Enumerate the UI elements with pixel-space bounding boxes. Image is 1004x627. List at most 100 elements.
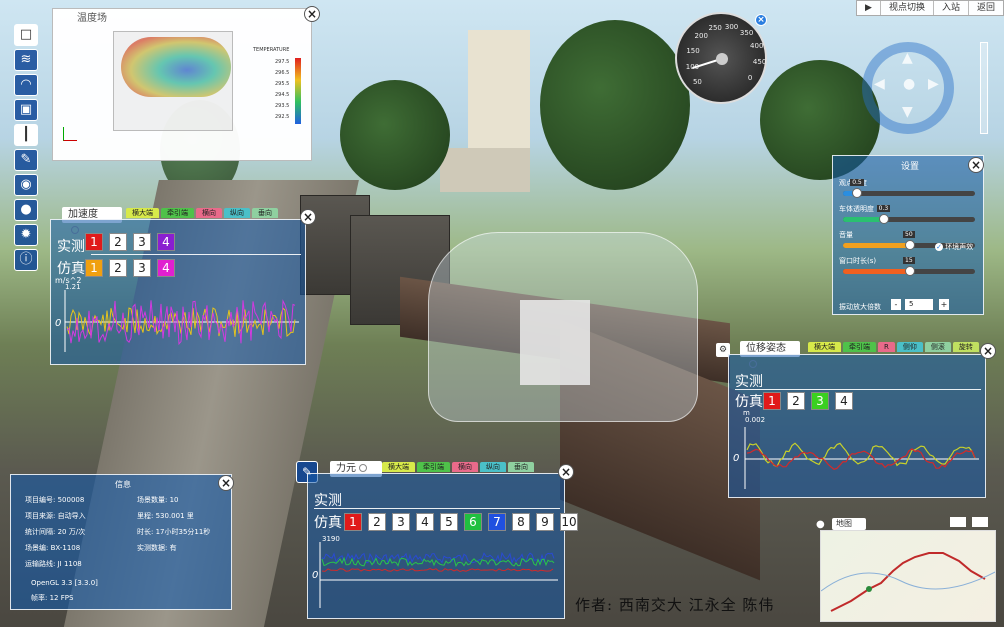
vib-value-input[interactable]: 5 bbox=[905, 299, 933, 310]
zoom-slider[interactable] bbox=[980, 42, 988, 134]
force-sim_boxes-box-7[interactable]: 7 bbox=[488, 513, 506, 531]
accel-tab-0[interactable]: 横大端 bbox=[126, 208, 159, 218]
arrow-up-icon[interactable]: ▲ bbox=[902, 50, 913, 66]
accel-panel: 实测 1234 仿真 1234 m/s^2 1.21 0 bbox=[50, 219, 306, 365]
vib-minus-button[interactable]: - bbox=[891, 299, 901, 310]
info-value: 10 bbox=[167, 496, 179, 504]
accel-sim_boxes-box-2[interactable]: 2 bbox=[109, 259, 127, 277]
force-sim_boxes-box-8[interactable]: 8 bbox=[512, 513, 530, 531]
force-sim_boxes-box-2[interactable]: 2 bbox=[368, 513, 386, 531]
gear-icon[interactable]: ✹ bbox=[14, 224, 38, 246]
slider-value: 0.3 bbox=[876, 205, 891, 212]
gauge-hub bbox=[716, 53, 728, 65]
force-tab-1[interactable]: 牵引端 bbox=[417, 462, 450, 472]
info-icon[interactable]: ⓘ bbox=[14, 249, 38, 271]
flow-icon[interactable]: ≋ bbox=[14, 49, 38, 71]
dial-icon[interactable]: ◉ bbox=[14, 174, 38, 196]
force-sim_boxes-box-4[interactable]: 4 bbox=[416, 513, 434, 531]
temperature-panel: 温度场 TEMPERATURE 297.5 296.5 295.5 294.5 293.… bbox=[52, 8, 312, 161]
left-toolbar: □ ≋ ◠ ▣ ┃ ✎ ◉ ● ✹ ⓘ bbox=[14, 24, 40, 274]
close-accel-button[interactable]: × bbox=[300, 209, 316, 225]
map-title-tab[interactable]: 地图 bbox=[832, 518, 866, 530]
accel-sim_boxes-box-3[interactable]: 3 bbox=[133, 259, 151, 277]
displacement-panel: 实测 仿真 1234 m 0.002 0 bbox=[728, 354, 986, 498]
camera-nav-ring[interactable]: ▲ ▼ ◀ ▶ ● bbox=[862, 42, 954, 134]
arrow-down-icon[interactable]: ▼ bbox=[902, 104, 913, 120]
play-button[interactable]: ▶ bbox=[857, 1, 880, 15]
displacement-sim_boxes-box-2[interactable]: 2 bbox=[787, 392, 805, 410]
accel-sim_boxes-box-1[interactable]: 1 bbox=[85, 259, 103, 277]
displacement-tab-3[interactable]: 侧仰 bbox=[896, 342, 923, 352]
accel-measured_boxes-box-3[interactable]: 3 bbox=[133, 233, 151, 251]
station-button[interactable]: 入站 bbox=[932, 1, 968, 15]
accel-sim_boxes-box-4[interactable]: 4 bbox=[157, 259, 175, 277]
displacement-sim_boxes-box-1[interactable]: 1 bbox=[763, 392, 781, 410]
speedometer-icon[interactable]: ◠ bbox=[14, 74, 38, 96]
force-sim-label: 仿真 bbox=[314, 515, 342, 531]
accel-tab-1[interactable]: 牵引端 bbox=[161, 208, 194, 218]
force-panel: 实测 仿真 1 2 3 4 5 6 7 8 9 10 3190 0 bbox=[307, 473, 578, 619]
divider bbox=[735, 389, 981, 390]
pencil-icon[interactable]: ✎ bbox=[14, 149, 38, 171]
close-temperature-button[interactable]: × bbox=[304, 6, 320, 22]
thermometer-icon[interactable]: ┃ bbox=[14, 124, 38, 146]
square-icon[interactable]: □ bbox=[14, 24, 38, 46]
info-value: 20 万/次 bbox=[55, 528, 86, 536]
close-gauge-button[interactable]: × bbox=[755, 14, 767, 26]
accel-tab-3[interactable]: 纵向 bbox=[224, 208, 250, 218]
force-measured-label: 实测 bbox=[314, 493, 342, 509]
force-series-1 bbox=[321, 551, 555, 565]
settings-title: 设置 bbox=[901, 162, 920, 172]
info-value: 有 bbox=[167, 544, 177, 552]
slider-knob[interactable] bbox=[905, 266, 915, 276]
force-tab-2[interactable]: 横向 bbox=[452, 462, 478, 472]
force-sim_boxes-box-9[interactable]: 9 bbox=[536, 513, 554, 531]
center-dot-icon[interactable]: ● bbox=[903, 76, 915, 92]
force-sim_boxes-box-5[interactable]: 5 bbox=[440, 513, 458, 531]
close-settings-button[interactable]: × bbox=[968, 157, 984, 173]
displacement-tab-4[interactable]: 侧滚 bbox=[924, 342, 951, 352]
displacement-tab-0[interactable]: 横大端 bbox=[808, 342, 841, 352]
force-sim_boxes-box-10[interactable]: 10 bbox=[560, 513, 578, 531]
slider-knob[interactable] bbox=[878, 214, 889, 224]
slider-knob[interactable] bbox=[852, 188, 863, 198]
force-sim_boxes-box-6[interactable]: 6 bbox=[464, 513, 482, 531]
displacement-sim_boxes-box-3[interactable]: 3 bbox=[811, 392, 829, 410]
force-tab-3[interactable]: 纵向 bbox=[480, 462, 506, 472]
accel-tab-4[interactable]: 垂向 bbox=[252, 208, 278, 218]
arrow-left-icon[interactable]: ◀ bbox=[874, 76, 885, 92]
train-icon[interactable]: ▣ bbox=[14, 99, 38, 121]
viewpoint-switch-button[interactable]: 视点切换 bbox=[879, 1, 933, 15]
temperature-tick: 292.5 bbox=[275, 114, 290, 120]
accel-measured_boxes-box-4[interactable]: 4 bbox=[157, 233, 175, 251]
force-radio[interactable] bbox=[359, 464, 367, 472]
force-tab-4[interactable]: 垂向 bbox=[508, 462, 534, 472]
map-view[interactable] bbox=[820, 530, 996, 622]
map-control[interactable] bbox=[950, 517, 966, 527]
displacement-sim_boxes-box-4[interactable]: 4 bbox=[835, 392, 853, 410]
arrow-right-icon[interactable]: ▶ bbox=[928, 76, 939, 92]
slider-track[interactable] bbox=[843, 191, 975, 196]
accel-tabs: 横大端 牵引端 横向 纵向 垂向 bbox=[126, 208, 278, 218]
close-info-button[interactable]: × bbox=[218, 475, 234, 491]
cargo-frame bbox=[520, 300, 590, 385]
displacement-tab-5[interactable]: 旋转 bbox=[952, 342, 979, 352]
vib-plus-button[interactable]: + bbox=[939, 299, 949, 310]
accel-measured_boxes-box-1[interactable]: 1 bbox=[85, 233, 103, 251]
displacement-tab-1[interactable]: 牵引端 bbox=[843, 342, 876, 352]
accel-measured_boxes-box-2[interactable]: 2 bbox=[109, 233, 127, 251]
close-displacement-button[interactable]: × bbox=[980, 343, 996, 359]
force-sim_boxes-box-3[interactable]: 3 bbox=[392, 513, 410, 531]
location-pin-icon[interactable]: ● bbox=[14, 199, 38, 221]
slider-knob[interactable] bbox=[905, 240, 915, 250]
accel-tab-2[interactable]: 横向 bbox=[196, 208, 222, 218]
sound-toggle[interactable]: ✓ 环境声效 bbox=[935, 242, 973, 252]
force-tab-0[interactable]: 横大端 bbox=[382, 462, 415, 472]
slider-label: 车体透明度 bbox=[839, 205, 874, 213]
force-sim_boxes-box-1[interactable]: 1 bbox=[344, 513, 362, 531]
close-force-button[interactable]: × bbox=[558, 464, 574, 480]
info-row: 实测数据: 有 bbox=[137, 543, 177, 553]
displacement-tab-2[interactable]: R bbox=[878, 342, 895, 352]
map-control[interactable] bbox=[972, 517, 988, 527]
back-button[interactable]: 返回 bbox=[967, 1, 1003, 15]
